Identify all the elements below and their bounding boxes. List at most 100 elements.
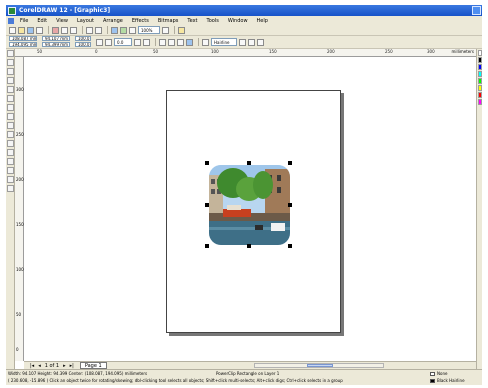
first-page-icon[interactable]: |◂ <box>30 363 34 369</box>
y-position-field[interactable]: 194.095 mm <box>9 42 37 47</box>
text-tool-icon[interactable] <box>7 140 14 147</box>
toolbar-separator <box>82 26 83 34</box>
copy-icon[interactable] <box>61 26 68 34</box>
wrap-text-icon[interactable] <box>177 38 184 46</box>
prev-page-icon[interactable]: ◂ <box>38 363 41 369</box>
color-swatch[interactable] <box>478 85 482 91</box>
selection-handle[interactable] <box>205 161 209 165</box>
rectangle-tool-icon[interactable] <box>7 104 14 111</box>
x-position-field[interactable]: 108.087 mm <box>9 36 37 41</box>
menu-edit[interactable]: Edit <box>37 18 47 24</box>
selection-handle[interactable] <box>288 203 292 207</box>
smart-fill-tool-icon[interactable] <box>7 95 14 102</box>
ellipse-tool-icon[interactable] <box>7 113 14 120</box>
color-swatch[interactable] <box>478 99 482 105</box>
basic-shapes-tool-icon[interactable] <box>7 131 14 138</box>
outline-width-select[interactable]: Hairline <box>211 38 237 46</box>
outline-pen-icon[interactable] <box>202 38 209 46</box>
polygon-tool-icon[interactable] <box>7 122 14 129</box>
scale-y-field[interactable]: 100.0 <box>75 42 91 47</box>
paste-icon[interactable] <box>70 26 77 34</box>
menu-tools[interactable]: Tools <box>207 18 219 24</box>
import-icon[interactable] <box>111 26 118 34</box>
pick-tool-icon[interactable] <box>7 50 14 57</box>
page-tab[interactable]: Page 1 <box>79 362 107 369</box>
text-wrap-icon[interactable] <box>186 38 193 46</box>
document-icon[interactable] <box>8 17 14 24</box>
color-swatch[interactable] <box>478 92 482 98</box>
color-swatch[interactable] <box>478 78 482 84</box>
convert-to-curves-icon[interactable] <box>257 38 264 46</box>
export-icon[interactable] <box>120 26 127 34</box>
menu-effects[interactable]: Effects <box>132 18 149 24</box>
interactive-blend-tool-icon[interactable] <box>7 149 14 156</box>
horizontal-scrollbar[interactable] <box>254 363 384 368</box>
height-field[interactable]: 94.399 mm <box>42 42 70 47</box>
open-icon[interactable] <box>18 26 25 34</box>
menu-help[interactable]: Help <box>257 18 268 24</box>
status-bar: Width: 94.107 Height: 94.399 Center: (10… <box>6 369 482 385</box>
vertical-ruler[interactable]: 300 250 200 150 100 50 0 <box>15 57 24 361</box>
selection-handle[interactable] <box>288 161 292 165</box>
toolbox <box>6 49 15 369</box>
mirror-horizontal-icon[interactable] <box>134 38 141 46</box>
last-page-icon[interactable]: ▸| <box>70 363 74 369</box>
selection-handle[interactable] <box>288 244 292 248</box>
launcher-icon[interactable] <box>129 26 136 34</box>
cut-icon[interactable] <box>52 26 59 34</box>
status-object-info: Width: 94.107 Height: 94.399 Center: (10… <box>8 371 148 376</box>
horizontal-ruler[interactable]: 50 0 50 100 150 200 250 300 millimeters <box>15 49 476 57</box>
outline-tool-icon[interactable] <box>7 167 14 174</box>
save-icon[interactable] <box>27 26 34 34</box>
zoom-dropdown-icon[interactable] <box>162 26 169 34</box>
lock-ratio-icon[interactable] <box>96 38 103 46</box>
new-icon[interactable] <box>9 26 16 34</box>
print-icon[interactable] <box>36 26 43 34</box>
powerclip-picture[interactable] <box>209 165 290 245</box>
ruler-tick: 150 <box>269 49 277 54</box>
ruler-tick: 0 <box>95 49 98 54</box>
close-icon[interactable] <box>472 6 481 15</box>
selection-handle[interactable] <box>205 203 209 207</box>
outline-indicator[interactable]: Black Hairline <box>430 378 465 383</box>
undo-icon[interactable] <box>86 26 93 34</box>
ruler-tick: 100 <box>16 267 24 272</box>
color-swatch[interactable] <box>478 71 482 77</box>
fill-indicator[interactable]: None <box>430 371 447 376</box>
freehand-tool-icon[interactable] <box>7 86 14 93</box>
menu-text[interactable]: Text <box>187 18 197 24</box>
corner-roundness-icon[interactable] <box>159 38 166 46</box>
no-color-swatch[interactable] <box>478 50 482 56</box>
eyedropper-tool-icon[interactable] <box>7 158 14 165</box>
width-field[interactable]: 94.107 mm <box>42 36 70 41</box>
scale-x-field[interactable]: 100.0 <box>75 36 91 41</box>
interactive-fill-tool-icon[interactable] <box>7 185 14 192</box>
menu-layout[interactable]: Layout <box>77 18 94 24</box>
next-page-icon[interactable]: ▸ <box>63 363 66 369</box>
color-swatch[interactable] <box>478 64 482 70</box>
to-front-icon[interactable] <box>239 38 246 46</box>
to-back-icon[interactable] <box>248 38 255 46</box>
rotation-angle-field[interactable]: 0.0 <box>114 38 132 46</box>
rotate-icon[interactable] <box>105 38 112 46</box>
menu-window[interactable]: Window <box>228 18 248 24</box>
mirror-vertical-icon[interactable] <box>143 38 150 46</box>
shape-tool-icon[interactable] <box>7 59 14 66</box>
zoom-tool-icon[interactable] <box>7 77 14 84</box>
zoom-level-select[interactable]: 100% <box>138 26 160 34</box>
crop-tool-icon[interactable] <box>7 68 14 75</box>
application-launcher-icon[interactable] <box>178 26 185 34</box>
selection-handle[interactable] <box>247 161 251 165</box>
menu-bitmaps[interactable]: Bitmaps <box>158 18 179 24</box>
fill-tool-icon[interactable] <box>7 176 14 183</box>
selection-handle[interactable] <box>205 244 209 248</box>
selection-handle[interactable] <box>247 244 251 248</box>
corner-lock-icon[interactable] <box>168 38 175 46</box>
menu-view[interactable]: View <box>56 18 68 24</box>
property-bar: 108.087 mm 194.095 mm 94.107 mm 94.399 m… <box>6 36 482 49</box>
scrollbar-thumb[interactable] <box>307 364 333 367</box>
menu-file[interactable]: File <box>20 18 28 24</box>
redo-icon[interactable] <box>95 26 102 34</box>
color-swatch[interactable] <box>478 57 482 63</box>
menu-arrange[interactable]: Arrange <box>103 18 123 24</box>
